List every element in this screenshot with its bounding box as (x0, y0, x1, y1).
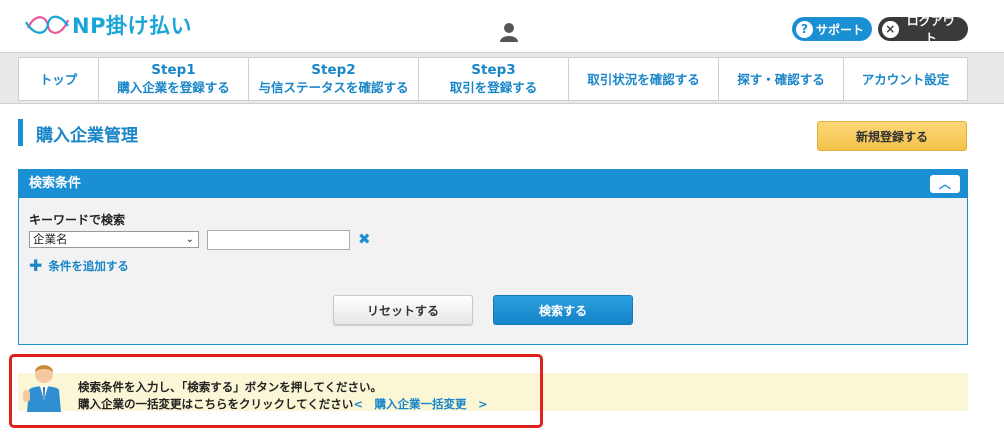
nav-account-settings[interactable]: アカウント設定 (844, 58, 967, 100)
nav-step3-register-transaction[interactable]: Step3 取引を登録する (419, 58, 569, 100)
search-panel: 検索条件 ︿ キーワードで検索 企業名 ⌄ ✖ ✚ 条件を追加する リセットする… (18, 169, 968, 345)
logo-text: NP掛け払い (72, 14, 192, 38)
field-select[interactable]: 企業名 ⌄ (29, 231, 199, 248)
nav-step1-register-buyer[interactable]: Step1 購入企業を登録する (99, 58, 249, 100)
chevron-down-icon: ⌄ (185, 234, 194, 245)
global-nav: トップ Step1 購入企業を登録する Step2 与信ステータスを確認する S… (18, 57, 968, 101)
add-condition-link[interactable]: ✚ 条件を追加する (29, 258, 129, 274)
clear-icon[interactable]: ✖ (358, 230, 371, 248)
collapse-button[interactable]: ︿ (930, 175, 960, 193)
logo[interactable]: NP掛け払い (24, 10, 192, 40)
global-nav-bar: トップ Step1 購入企業を登録する Step2 与信ステータスを確認する S… (0, 52, 1004, 104)
chevron-up-icon: ︿ (938, 177, 951, 191)
keyword-input[interactable] (207, 230, 350, 250)
highlight-frame (9, 354, 543, 428)
keyword-label: キーワードで検索 (29, 213, 126, 227)
search-panel-header: 検索条件 ︿ (19, 170, 967, 198)
page-title: 購入企業管理 (36, 126, 138, 146)
app-header: NP掛け払い ? サポート × ログアウト (0, 0, 1004, 52)
question-icon: ? (796, 20, 813, 38)
logout-button[interactable]: × ログアウト (878, 14, 968, 45)
plus-icon: ✚ (29, 256, 43, 275)
title-accent-bar (18, 119, 23, 146)
support-button[interactable]: ? サポート (792, 17, 872, 41)
close-icon: × (882, 20, 899, 38)
nav-search-confirm[interactable]: 探す・確認する (719, 58, 844, 100)
search-button[interactable]: 検索する (493, 295, 633, 325)
nav-transaction-status[interactable]: 取引状況を確認する (569, 58, 719, 100)
reset-button[interactable]: リセットする (333, 295, 473, 325)
new-register-button[interactable]: 新規登録する (817, 121, 967, 151)
user-icon[interactable] (500, 22, 518, 42)
logo-ribbon-icon (25, 15, 70, 34)
nav-step2-credit-status[interactable]: Step2 与信ステータスを確認する (249, 58, 419, 100)
nav-top[interactable]: トップ (19, 58, 99, 100)
